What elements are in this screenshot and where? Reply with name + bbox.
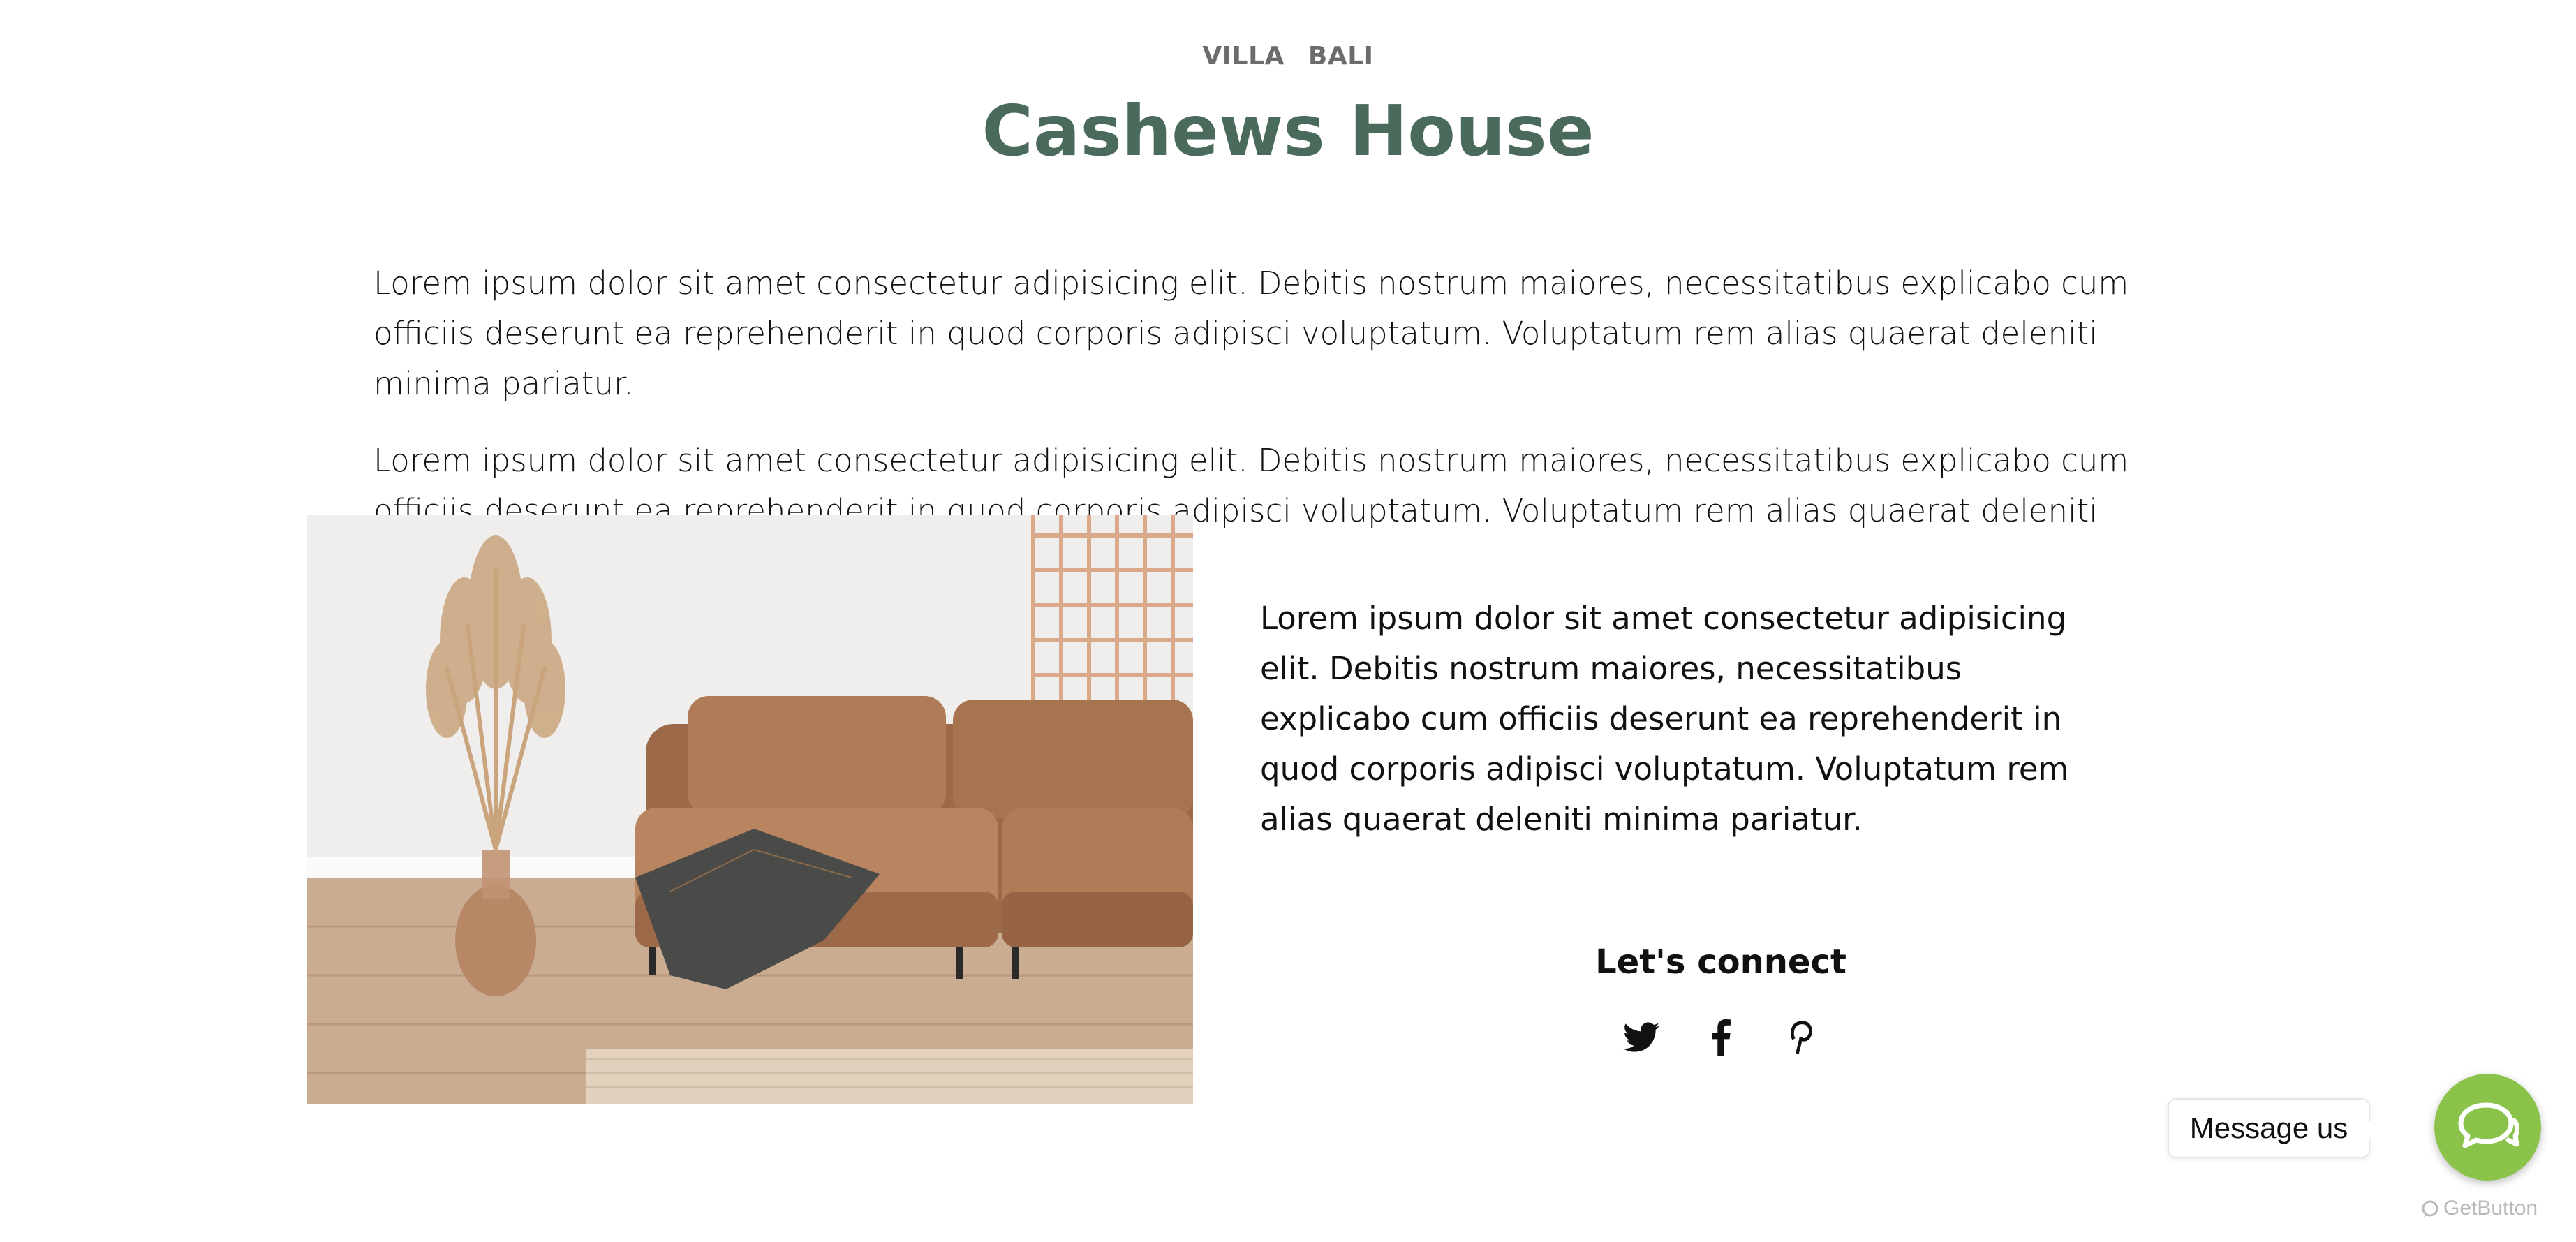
social-links — [1529, 1016, 1913, 1058]
getbutton-brand[interactable]: GetButton — [2421, 1195, 2561, 1222]
getbutton-label: GetButton — [2443, 1197, 2538, 1220]
page-title: Cashews House — [982, 90, 1594, 172]
page: VILLA BALI Cashews House Lorem ipsum dol… — [0, 0, 2576, 1242]
chat-icon — [2422, 1200, 2438, 1217]
facebook-icon — [1712, 1019, 1731, 1056]
tag-bali[interactable]: BALI — [1308, 42, 1374, 71]
header: VILLA BALI Cashews House — [0, 42, 2576, 170]
chat-bubbles-icon — [2458, 1102, 2519, 1148]
pinterest-icon — [1791, 1021, 1812, 1055]
tag-villa[interactable]: VILLA — [1202, 42, 1285, 71]
connect-section: Let's connect — [1529, 942, 1913, 1058]
pinterest-link[interactable] — [1779, 1016, 1821, 1058]
tag-list: VILLA BALI — [1202, 42, 1373, 71]
intro-paragraph-1: Lorem ipsum dolor sit amet consectetur a… — [373, 265, 2129, 402]
living-room-photo — [307, 515, 1193, 1104]
facebook-link[interactable] — [1700, 1016, 1742, 1058]
twitter-link[interactable] — [1620, 1016, 1662, 1058]
side-paragraph: Lorem ipsum dolor sit amet consectetur a… — [1260, 600, 2069, 838]
twitter-icon — [1623, 1022, 1659, 1052]
message-us-bubble[interactable]: Message us — [2168, 1098, 2381, 1158]
connect-title: Let's connect — [1595, 942, 1846, 982]
chat-button[interactable] — [2434, 1074, 2541, 1181]
